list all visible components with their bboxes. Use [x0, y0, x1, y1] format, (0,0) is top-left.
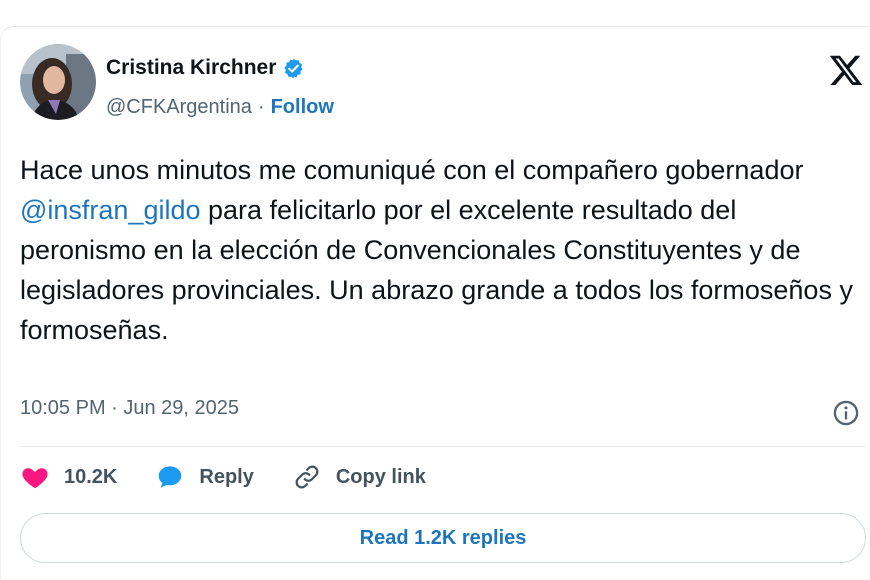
tweet-text-part: Hace unos minutos me comuniqué con el co… [20, 155, 804, 185]
author-handle-row: @CFKArgentina · Follow [106, 96, 334, 119]
follow-button[interactable]: Follow [271, 96, 334, 119]
divider [20, 446, 866, 447]
link-icon [295, 465, 319, 489]
info-icon[interactable] [832, 399, 860, 427]
author-name-row: Cristina Kirchner [106, 56, 305, 80]
like-button[interactable]: 10.2K [20, 462, 117, 492]
reply-label: Reply [199, 465, 254, 488]
avatar-image [20, 44, 96, 120]
read-replies-button[interactable]: Read 1.2K replies [20, 513, 866, 563]
timestamp[interactable]: 10:05 PM · Jun 29, 2025 [20, 397, 239, 420]
mention-link[interactable]: @insfran_gildo [20, 195, 201, 225]
avatar[interactable] [20, 44, 96, 120]
x-logo-icon[interactable] [828, 52, 864, 88]
author-name[interactable]: Cristina Kirchner [106, 56, 276, 80]
separator-dot: · [257, 96, 265, 118]
reply-button[interactable]: Reply [155, 462, 254, 492]
heart-icon [22, 468, 48, 489]
copy-link-button[interactable]: Copy link [292, 462, 426, 492]
speech-bubble-icon [159, 466, 182, 488]
likes-count: 10.2K [64, 465, 118, 488]
tweet-text: Hace unos minutos me comuniqué con el co… [20, 150, 860, 350]
copy-link-label: Copy link [335, 465, 426, 488]
author-handle[interactable]: @CFKArgentina [106, 96, 252, 119]
verified-badge-icon [284, 57, 303, 79]
action-bar: 10.2K Reply Copy link [20, 462, 464, 492]
